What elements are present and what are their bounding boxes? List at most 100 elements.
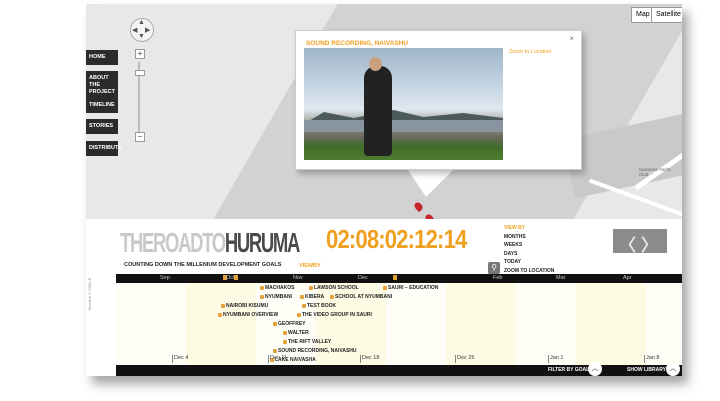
timeline-event[interactable]: LAWSON SCHOOL bbox=[309, 285, 359, 291]
filter-toggle-icon[interactable]: ︿ bbox=[588, 362, 602, 376]
nav-stories[interactable]: STORIES bbox=[86, 119, 118, 134]
zoom-slider-handle[interactable] bbox=[135, 70, 145, 76]
event-marker-icon bbox=[218, 312, 222, 317]
event-marker-icon bbox=[273, 321, 277, 326]
pan-control[interactable]: ▲ ◀ ▶ ▼ bbox=[130, 18, 154, 42]
event-marker-icon bbox=[283, 339, 287, 344]
map-place-label: Naivasha Yacht Club bbox=[639, 167, 671, 177]
logo-part-1: THEROADTO bbox=[120, 227, 226, 258]
date-tick bbox=[172, 355, 173, 363]
zoom-in-button[interactable]: + bbox=[135, 49, 145, 59]
timeline-event[interactable]: SAURI – EDUCATION bbox=[383, 285, 438, 291]
viewby-label[interactable]: VIEWBY bbox=[299, 263, 321, 269]
event-label: NAIROBI KISUMU bbox=[226, 303, 269, 309]
zoom-out-button[interactable]: − bbox=[135, 132, 145, 142]
date-tick bbox=[455, 355, 456, 363]
zoom-to-location-link[interactable]: Zoom to Location bbox=[509, 49, 552, 55]
map-view[interactable]: Naivasha Yacht Club Map Satellite ▲ ◀ ▶ … bbox=[86, 4, 682, 219]
view-today-option[interactable]: TODAY bbox=[504, 258, 554, 267]
magnifier-icon[interactable]: ⚲ bbox=[488, 262, 500, 274]
timeline-credit: Timeline © SIMILE bbox=[87, 277, 92, 311]
timeline-event[interactable]: THE VIDEO GROUP IN SAURI bbox=[297, 312, 372, 318]
next-arrow-icon[interactable]: 〉 bbox=[641, 231, 658, 256]
event-label: THE VIDEO GROUP IN SAURI bbox=[302, 312, 372, 318]
event-label: NYUMBANI OVERVIEW bbox=[223, 312, 279, 318]
site-logo[interactable]: THEROADTOHURUMA bbox=[120, 227, 301, 259]
show-library-label[interactable]: SHOW LIBRARY bbox=[627, 367, 666, 373]
pan-left-icon[interactable]: ◀ bbox=[132, 26, 137, 34]
month-label: Nov bbox=[293, 275, 303, 281]
app-frame: Naivasha Yacht Club Map Satellite ▲ ◀ ▶ … bbox=[86, 4, 682, 376]
timeline-event[interactable]: THE RIFT VALLEY bbox=[283, 339, 331, 345]
view-weeks-option[interactable]: WEEKS bbox=[504, 241, 554, 250]
view-days-option[interactable]: DAYS bbox=[504, 250, 554, 259]
popup-title: SOUND RECORDING, NAIVASHU bbox=[306, 40, 409, 47]
nav-timeline[interactable]: TIMELINE bbox=[86, 98, 118, 113]
event-label: MACHAKOS bbox=[265, 285, 295, 291]
timeline-nav-arrows: 〈 〉 bbox=[613, 229, 667, 256]
pan-down-icon[interactable]: ▼ bbox=[138, 33, 145, 40]
logo-part-2: HURUMA bbox=[224, 227, 301, 258]
event-label: SCHOOL AT NYUMBANI bbox=[335, 294, 393, 300]
date-label: Dec 11 bbox=[270, 355, 288, 361]
event-marker-icon bbox=[260, 285, 264, 290]
prev-arrow-icon[interactable]: 〈 bbox=[619, 231, 636, 256]
timeline-event[interactable]: NAIROBI KISUMU bbox=[221, 303, 268, 309]
event-marker-icon bbox=[283, 330, 287, 335]
timeline-event[interactable]: SOUND RECORDING, NAIVASHU bbox=[273, 348, 357, 354]
event-label: WALTER bbox=[288, 330, 309, 336]
pan-right-icon[interactable]: ▶ bbox=[145, 26, 150, 34]
month-label: Dec bbox=[358, 275, 368, 281]
timeline-stripe bbox=[186, 283, 256, 365]
timeline-event[interactable]: KIBERA bbox=[300, 294, 324, 300]
date-tick bbox=[360, 355, 361, 363]
event-label: LAWSON SCHOOL bbox=[314, 285, 359, 291]
photo-person-head bbox=[369, 57, 382, 71]
view-by-heading: VIEW BY bbox=[504, 225, 526, 231]
timeline-stripe bbox=[576, 283, 646, 365]
bottom-bar: FILTER BY GOALS ︿ SHOW LIBRARY ︿ bbox=[116, 362, 682, 376]
event-marker-icon bbox=[297, 312, 301, 317]
timeline-event[interactable]: GEOFFREY bbox=[273, 321, 306, 327]
nav-home[interactable]: HOME bbox=[86, 50, 118, 65]
date-label: Dec 4 bbox=[174, 355, 189, 361]
month-band[interactable]: Sep Oct Nov Dec Feb Mar Apr bbox=[116, 274, 682, 283]
timeline-event[interactable]: MACHAKOS bbox=[260, 285, 294, 291]
countdown-clock: 02:08:02:12:14 bbox=[326, 224, 467, 254]
timeline-panel: THEROADTOHURUMA 02:08:02:12:14 COUNTING … bbox=[86, 219, 682, 376]
event-marker-icon bbox=[383, 285, 387, 290]
event-label: THE RIFT VALLEY bbox=[288, 339, 332, 345]
month-label: Sep bbox=[160, 275, 170, 281]
date-label: Dec 18 bbox=[362, 355, 380, 361]
event-marker bbox=[234, 275, 238, 280]
event-label: KIBERA bbox=[305, 294, 325, 300]
nav-distribute[interactable]: DISTRIBUTE bbox=[86, 141, 122, 156]
timeline-stripe bbox=[446, 283, 516, 365]
timeline-event[interactable]: NYUMBANI bbox=[260, 294, 292, 300]
timeline-event[interactable]: TEST BOOK bbox=[302, 303, 336, 309]
map-type-satellite-button[interactable]: Satellite bbox=[651, 7, 682, 23]
view-months-option[interactable]: MONTHS bbox=[504, 233, 554, 242]
nav-about[interactable]: ABOUT THE PROJECT bbox=[86, 71, 118, 100]
month-label: Apr bbox=[623, 275, 632, 281]
photo-person bbox=[364, 66, 392, 156]
pan-up-icon[interactable]: ▲ bbox=[138, 19, 145, 26]
tagline: COUNTING DOWN THE MILLENIUM DEVELOPMENT … bbox=[124, 262, 282, 268]
event-label: SAURI – EDUCATION bbox=[388, 285, 439, 291]
event-marker bbox=[393, 275, 397, 280]
date-label: Jan 1 bbox=[550, 355, 564, 361]
event-marker-icon bbox=[260, 294, 264, 299]
date-tick bbox=[644, 355, 645, 363]
timeline-event[interactable]: SCHOOL AT NYUMBANI bbox=[330, 294, 392, 300]
close-icon[interactable]: × bbox=[569, 34, 574, 43]
month-label: Mar bbox=[556, 275, 566, 281]
timeline-event[interactable]: WALTER bbox=[283, 330, 309, 336]
filter-by-goals-label[interactable]: FILTER BY GOALS bbox=[548, 367, 593, 373]
timeline-event[interactable]: NYUMBANI OVERVIEW bbox=[218, 312, 278, 318]
timeline-chart[interactable]: MACHAKOS LAWSON SCHOOL SAURI – EDUCATION… bbox=[116, 283, 682, 365]
event-marker-icon bbox=[300, 294, 304, 299]
month-label: Feb bbox=[493, 275, 503, 281]
popup-photo[interactable] bbox=[304, 48, 503, 160]
library-toggle-icon[interactable]: ︿ bbox=[666, 362, 680, 376]
view-by-menu: VIEW BY MONTHS WEEKS DAYS TODAY ZOOM TO … bbox=[504, 224, 554, 276]
